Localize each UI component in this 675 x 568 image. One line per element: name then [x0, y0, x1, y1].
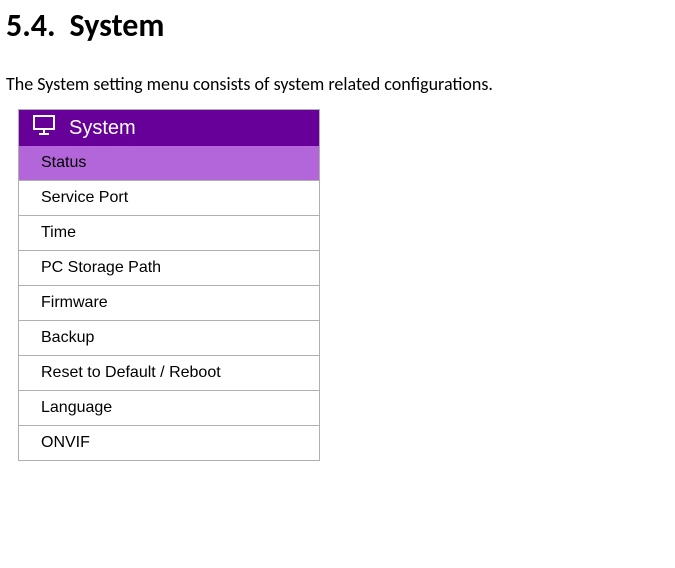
menu-item-backup[interactable]: Backup [19, 320, 319, 355]
menu-item-label: Service Port [41, 189, 128, 206]
menu-item-label: Firmware [41, 294, 108, 311]
menu-item-label: PC Storage Path [41, 259, 161, 276]
menu-item-label: ONVIF [41, 434, 90, 451]
menu-item-language[interactable]: Language [19, 390, 319, 425]
menu-item-status[interactable]: Status [19, 146, 319, 180]
menu-item-firmware[interactable]: Firmware [19, 285, 319, 320]
menu-item-label: Reset to Default / Reboot [41, 364, 221, 381]
menu-item-service-port[interactable]: Service Port [19, 180, 319, 215]
menu-title: System [69, 117, 136, 140]
menu-item-reset-to-default-reboot[interactable]: Reset to Default / Reboot [19, 355, 319, 390]
menu-item-time[interactable]: Time [19, 215, 319, 250]
menu-item-label: Backup [41, 329, 94, 346]
section-number: 5.4. [6, 6, 56, 45]
monitor-icon [33, 115, 55, 141]
system-menu: System Status Service Port Time PC Storage … [18, 109, 320, 461]
section-heading: 5.4. System [0, 0, 675, 45]
menu-item-onvif[interactable]: ONVIF [19, 425, 319, 460]
menu-item-label: Status [41, 154, 86, 171]
menu-item-label: Language [41, 399, 112, 416]
menu-item-label: Time [41, 224, 76, 241]
section-description: The System setting menu consists of syst… [0, 45, 675, 95]
menu-item-pc-storage-path[interactable]: PC Storage Path [19, 250, 319, 285]
menu-header[interactable]: System [19, 110, 319, 146]
section-title: System [70, 6, 165, 45]
